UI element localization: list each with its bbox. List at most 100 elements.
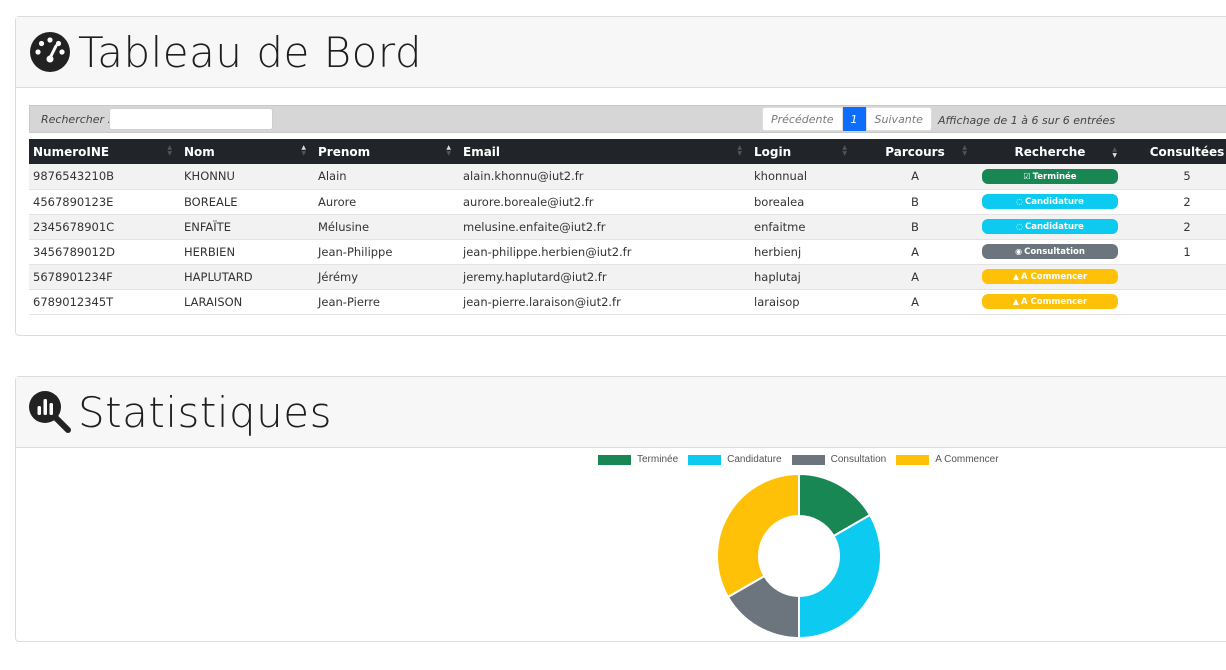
table-row[interactable]: 2345678901C ENFAÏTE Mélusine melusine.en… xyxy=(29,214,1226,240)
cell-email: jean-philippe.herbien@iut2.fr xyxy=(459,239,750,265)
table-header-row: NumeroINE ▲ ▼ Nom ▲ ▼ Prenom ▲ ▼ Email ▲ ▼ Login… xyxy=(29,139,1226,164)
warning-icon: ▲ xyxy=(1012,297,1019,306)
donut-slice-candidature[interactable] xyxy=(798,513,882,640)
status-badge: ▲ A Commencer xyxy=(982,294,1118,309)
check-square-icon: ☑ xyxy=(1023,171,1031,181)
cell-consultees: 2 xyxy=(1125,214,1226,240)
search-input[interactable] xyxy=(109,108,273,130)
column-header-recherche[interactable]: Recherche ▲ ▼ xyxy=(975,139,1125,164)
table-toolbar: Rechercher : Précédente 1 Suivante Affic… xyxy=(29,105,1226,133)
entries-info: Affichage de 1 à 6 sur 6 entrées xyxy=(938,114,1116,127)
cell-nom: ENFAÏTE xyxy=(180,214,314,240)
cell-email: aurore.boreale@iut2.fr xyxy=(459,189,750,215)
stats-header: Statistiques xyxy=(16,377,1226,448)
legend-swatch xyxy=(688,454,722,465)
legend-label: Candidature xyxy=(727,454,782,465)
cell-nom: KHONNU xyxy=(180,164,314,190)
column-header-numeroine[interactable]: NumeroINE ▲ ▼ xyxy=(29,139,180,164)
dashboard-header: Tableau de Bord xyxy=(16,17,1226,88)
cell-login: laraisop xyxy=(750,289,855,315)
cell-email: melusine.enfaite@iut2.fr xyxy=(459,214,750,240)
legend-item[interactable]: Candidature xyxy=(688,454,782,465)
warning-icon: ▲ xyxy=(1012,272,1019,281)
cell-nom: HAPLUTARD xyxy=(180,264,314,290)
cell-prenom: Aurore xyxy=(314,189,459,215)
column-header-login[interactable]: Login ▲ ▼ xyxy=(750,139,855,164)
cell-consultees: 1 xyxy=(1125,239,1226,265)
chart-legend: Terminée Candidature Consultation A Commenc… xyxy=(598,454,1009,465)
next-page-button[interactable]: Suivante xyxy=(865,107,932,131)
sort-icon: ▲ ▼ xyxy=(167,144,172,157)
table-row[interactable]: 3456789012D HERBIEN Jean-Philippe jean-p… xyxy=(29,239,1226,265)
sort-icon: ▲ ▼ xyxy=(962,144,967,157)
cell-login: borealea xyxy=(750,189,855,215)
cell-consultees: 2 xyxy=(1125,189,1226,215)
stats-card: Statistiques xyxy=(15,376,1226,642)
cell-ine: 5678901234F xyxy=(29,264,180,290)
status-badge: ▲ A Commencer xyxy=(982,269,1118,284)
eye-icon: ◉ xyxy=(1015,247,1023,256)
column-header-nom[interactable]: Nom ▲ ▼ xyxy=(180,139,314,164)
spinner-icon: ◌ xyxy=(1016,222,1024,231)
legend-item[interactable]: Terminée xyxy=(598,454,678,465)
students-table: NumeroINE ▲ ▼ Nom ▲ ▼ Prenom ▲ ▼ Email ▲ ▼ Login… xyxy=(29,139,1226,315)
cell-parcours: B xyxy=(855,189,975,215)
search-chart-icon xyxy=(28,390,72,434)
status-badge: ◌ Candidature xyxy=(982,219,1118,234)
cell-consultees: 5 xyxy=(1125,164,1226,190)
cell-consultees xyxy=(1125,289,1226,315)
legend-label: Consultation xyxy=(830,454,887,465)
cell-ine: 6789012345T xyxy=(29,289,180,315)
dashboard-card: Tableau de Bord Rechercher : Précédente … xyxy=(15,16,1226,336)
table-row[interactable]: 9876543210B KHONNU Alain alain.khonnu@iu… xyxy=(29,164,1226,190)
cell-prenom: Mélusine xyxy=(314,214,459,240)
status-badge: ◌ Candidature xyxy=(982,194,1118,209)
table-row[interactable]: 5678901234F HAPLUTARD Jérémy jeremy.hapl… xyxy=(29,264,1226,290)
legend-swatch xyxy=(598,454,631,465)
cell-login: haplutaj xyxy=(750,264,855,290)
stats-title: Statistiques xyxy=(78,387,333,437)
legend-item[interactable]: Consultation xyxy=(791,454,887,465)
cell-ine: 2345678901C xyxy=(29,214,180,240)
cell-prenom: Jean-Philippe xyxy=(314,239,459,265)
column-header-parcours[interactable]: Parcours ▲ ▼ xyxy=(855,139,975,164)
cell-parcours: A xyxy=(855,239,975,265)
cell-email: jeremy.haplutard@iut2.fr xyxy=(459,264,750,290)
sort-asc-icon: ▲ ▼ xyxy=(301,144,306,157)
page-title: Tableau de Bord xyxy=(78,27,423,77)
cell-login: khonnual xyxy=(750,164,855,190)
legend-label: A Commencer xyxy=(935,454,999,465)
legend-label: Terminée xyxy=(637,454,679,465)
page-1-button[interactable]: 1 xyxy=(842,107,866,131)
cell-ine: 4567890123E xyxy=(29,189,180,215)
sort-desc-icon: ▲ ▼ xyxy=(1112,146,1117,159)
sort-icon: ▲ ▼ xyxy=(842,144,847,157)
column-header-consultees[interactable]: Consultées xyxy=(1125,139,1226,164)
cell-parcours: A xyxy=(855,164,975,190)
legend-item[interactable]: A Commencer xyxy=(896,454,999,465)
column-header-prenom[interactable]: Prenom ▲ ▼ xyxy=(314,139,459,164)
cell-login: herbienj xyxy=(750,239,855,265)
search-label: Rechercher : xyxy=(41,113,112,126)
cell-ine: 3456789012D xyxy=(29,239,180,265)
donut-slice-a-commencer[interactable] xyxy=(716,472,800,599)
pagination: Précédente 1 Suivante xyxy=(762,107,932,131)
cell-recherche: ▲ A Commencer xyxy=(975,289,1125,315)
cell-email: alain.khonnu@iut2.fr xyxy=(459,164,750,190)
status-badge: ◉ Consultation xyxy=(982,244,1118,259)
table-row[interactable]: 4567890123E BOREALE Aurore aurore.boreal… xyxy=(29,189,1226,215)
cell-parcours: B xyxy=(855,214,975,240)
cell-parcours: A xyxy=(855,264,975,290)
table-row[interactable]: 6789012345T LARAISON Jean-Pierre jean-pi… xyxy=(29,289,1226,315)
column-header-email[interactable]: Email ▲ ▼ xyxy=(459,139,750,164)
status-badge: ☑ Terminée xyxy=(982,168,1118,184)
cell-recherche: ☑ Terminée xyxy=(975,164,1125,190)
cell-ine: 9876543210B xyxy=(29,164,180,190)
cell-prenom: Alain xyxy=(314,164,459,190)
prev-page-button[interactable]: Précédente xyxy=(762,107,843,131)
cell-consultees xyxy=(1125,264,1226,290)
legend-swatch xyxy=(896,454,930,465)
cell-nom: HERBIEN xyxy=(180,239,314,265)
donut-chart xyxy=(716,472,882,640)
spinner-icon: ◌ xyxy=(1016,197,1024,206)
